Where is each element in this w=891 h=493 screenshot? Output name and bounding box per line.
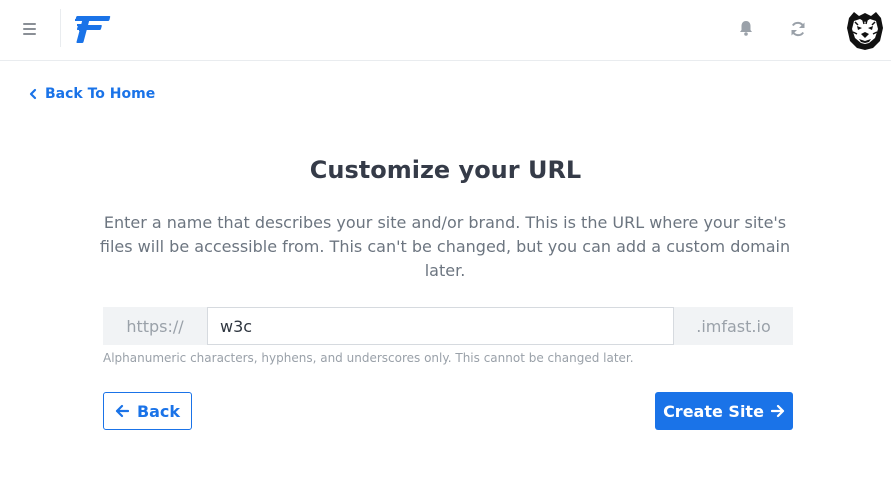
top-navbar <box>0 0 891 61</box>
page-description: Enter a name that describes your site an… <box>99 213 791 280</box>
input-hint: Alphanumeric characters, hyphens, and un… <box>103 351 634 365</box>
navbar-divider <box>60 9 61 47</box>
hamburger-menu-icon[interactable] <box>21 21 39 37</box>
back-button[interactable]: Back <box>103 392 192 430</box>
url-suffix: .imfast.io <box>674 307 793 345</box>
back-to-home-link[interactable]: Back To Home <box>28 85 155 103</box>
refresh-icon[interactable] <box>788 19 808 39</box>
tiger-avatar-icon[interactable] <box>843 8 887 52</box>
bell-icon[interactable] <box>737 19 755 37</box>
back-to-home-label: Back To Home <box>45 86 156 102</box>
arrow-right-icon <box>770 404 785 418</box>
url-prefix: https:// <box>103 307 207 345</box>
back-button-label: Back <box>136 401 181 421</box>
site-name-input[interactable] <box>207 307 674 345</box>
page-title: Customize your URL <box>309 156 582 184</box>
arrow-left-icon <box>115 404 129 418</box>
create-site-button[interactable]: Create Site <box>655 392 793 430</box>
create-site-label: Create Site <box>663 401 764 421</box>
imfast-logo-icon[interactable] <box>75 14 115 44</box>
chevron-left-icon <box>29 88 37 100</box>
url-input-group: https:// .imfast.io <box>103 307 793 345</box>
